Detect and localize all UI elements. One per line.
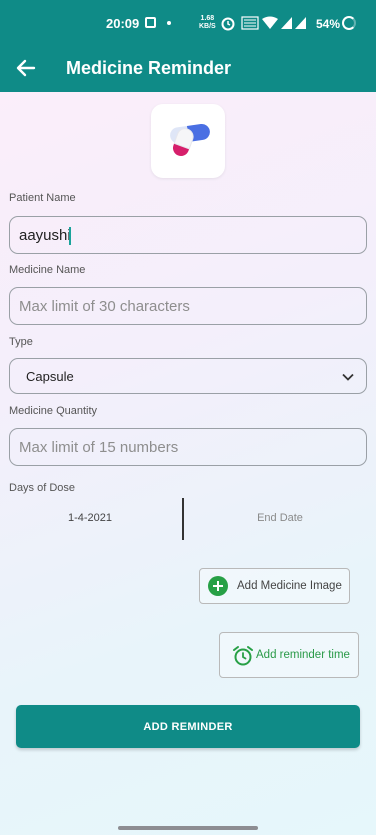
- signal-2-icon: [295, 17, 306, 29]
- plus-circle-icon: [208, 576, 228, 596]
- quantity-input[interactable]: [9, 428, 367, 466]
- patient-name-input[interactable]: [9, 216, 367, 254]
- dot-icon: [167, 21, 171, 25]
- add-reminder-time-label: Add reminder time: [256, 649, 350, 661]
- medicine-name-label: Medicine Name: [9, 264, 86, 276]
- type-label: Type: [9, 336, 33, 348]
- add-reminder-time-button[interactable]: Add reminder time: [219, 632, 359, 678]
- app-bar: Medicine Reminder: [0, 44, 376, 92]
- text-cursor: [69, 227, 71, 245]
- patient-name-label: Patient Name: [9, 192, 76, 204]
- arrow-left-icon[interactable]: [12, 54, 40, 82]
- add-medicine-image-label: Add Medicine Image: [237, 580, 342, 592]
- wifi-calling-icon: [241, 16, 259, 30]
- status-time: 20:09: [106, 16, 140, 31]
- type-select[interactable]: Capsule: [9, 358, 367, 394]
- date-divider: [182, 498, 184, 540]
- network-speed-value: 1.68: [200, 15, 215, 22]
- page-title: Medicine Reminder: [66, 58, 232, 78]
- medicine-name-input[interactable]: [9, 287, 367, 325]
- app-screen: 20:09 1.68 KB/S 54% Medicine Reminder Pa…: [0, 0, 376, 835]
- chevron-down-icon: [342, 373, 354, 381]
- form-content: Patient Name Medicine Name Type Capsule …: [0, 92, 376, 835]
- gesture-nav-bar: [118, 826, 258, 830]
- alarm-clock-icon: [233, 646, 253, 666]
- end-date-picker[interactable]: End Date: [240, 512, 320, 524]
- notification-icon: [145, 17, 156, 28]
- status-icons: [221, 16, 306, 31]
- network-speed: 1.68 KB/S: [199, 15, 216, 31]
- battery-percent: 54%: [316, 17, 341, 31]
- capsule-pill-icon: [170, 124, 210, 156]
- app-logo: [151, 104, 225, 178]
- signal-icon: [281, 17, 292, 29]
- alarm-status-icon: [221, 17, 235, 31]
- quantity-label: Medicine Quantity: [9, 405, 98, 417]
- type-selected-value: Capsule: [26, 369, 74, 384]
- battery-icon: [342, 16, 356, 30]
- status-bar: 20:09 1.68 KB/S 54%: [0, 0, 376, 44]
- add-medicine-image-button[interactable]: Add Medicine Image: [199, 568, 350, 604]
- wifi-icon: [262, 16, 278, 29]
- add-reminder-button[interactable]: ADD REMINDER: [16, 705, 360, 748]
- network-speed-unit: KB/S: [199, 23, 216, 30]
- start-date-picker[interactable]: 1-4-2021: [55, 512, 125, 524]
- days-of-dose-label: Days of Dose: [9, 482, 76, 494]
